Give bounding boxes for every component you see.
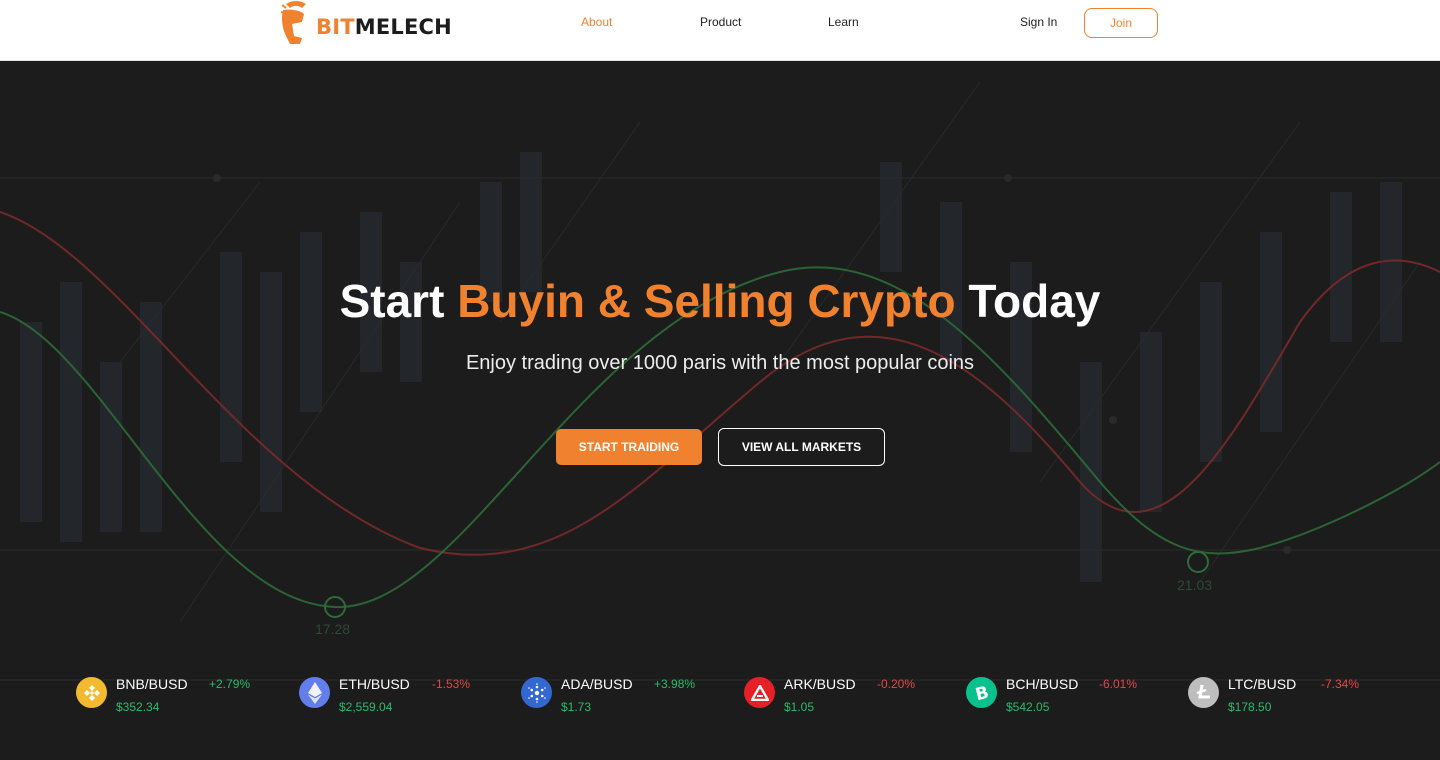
hero-title: Start Buyin & Selling Crypto Today <box>339 275 1101 327</box>
start-trading-button[interactable]: START TRAIDING <box>556 429 702 465</box>
ticker-item-ltc[interactable]: LTC/BUSD -7.34% $178.50 <box>1188 676 1388 721</box>
top-nav: BITMELECH About Product Learn Sign In Jo… <box>0 0 1440 61</box>
ticker-change: +3.98% <box>654 677 696 691</box>
view-all-markets-button[interactable]: VIEW ALL MARKETS <box>718 428 885 466</box>
ticker-item-bnb[interactable]: BNB/BUSD +2.79% $352.34 <box>76 676 276 721</box>
ticker-item-ark[interactable]: ARK/BUSD -0.20% $1.05 <box>744 676 944 721</box>
ticker-change: -1.53% <box>432 677 471 691</box>
ticker-item-ada[interactable]: ADA/BUSD +3.98% $1.73 <box>521 676 721 721</box>
hero-subtitle: Enjoy trading over 1000 paris with the m… <box>465 352 975 374</box>
ticker-change: -6.01% <box>1099 677 1138 691</box>
ada-icon <box>521 677 552 708</box>
ticker-pair: ARK/BUSD <box>784 676 856 692</box>
eth-icon <box>299 677 330 708</box>
hero-section: 17.28 21.03 Start Buyin & Selling Crypto… <box>0 62 1440 760</box>
ticker-pair: BCH/BUSD <box>1006 676 1079 692</box>
join-button[interactable]: Join <box>1084 8 1158 38</box>
svg-text:B: B <box>973 683 990 703</box>
nav-product[interactable]: Product <box>700 15 741 29</box>
chart-label-left: 17.28 <box>315 621 350 637</box>
ticker-pair: BNB/BUSD <box>116 676 188 692</box>
signin-link[interactable]: Sign In <box>1020 15 1057 29</box>
bch-icon: B <box>966 677 997 708</box>
ticker-pair: ADA/BUSD <box>561 676 633 692</box>
ticker-price: $352.34 <box>116 700 160 714</box>
nav-learn[interactable]: Learn <box>828 15 859 29</box>
brand-name: BITMELECH <box>316 15 452 39</box>
trading-chart-background: 17.28 21.03 <box>0 81 1440 681</box>
ticker-item-bch[interactable]: B BCH/BUSD -6.01% $542.05 <box>966 676 1166 721</box>
ticker-item-eth[interactable]: ETH/BUSD -1.53% $2,559.04 <box>299 676 499 721</box>
ticker-change: -0.20% <box>877 677 916 691</box>
ticker-change: +2.79% <box>209 677 251 691</box>
ark-icon <box>744 677 775 708</box>
ltc-icon <box>1188 677 1219 708</box>
ticker-price: $1.05 <box>784 700 815 714</box>
nav-about[interactable]: About <box>581 15 612 29</box>
ticker-price: $542.05 <box>1006 700 1050 714</box>
brand-logo[interactable]: BITMELECH <box>280 0 452 46</box>
bnb-icon <box>76 677 107 708</box>
chart-label-right: 21.03 <box>1177 577 1212 593</box>
ticker-price: $178.50 <box>1228 700 1272 714</box>
ticker-price: $2,559.04 <box>339 700 393 714</box>
spartan-helmet-icon <box>280 1 306 44</box>
ticker-pair: ETH/BUSD <box>339 676 410 692</box>
ticker-change: -7.34% <box>1321 677 1360 691</box>
ticker-pair: LTC/BUSD <box>1228 676 1297 692</box>
ticker-price: $1.73 <box>561 700 592 714</box>
